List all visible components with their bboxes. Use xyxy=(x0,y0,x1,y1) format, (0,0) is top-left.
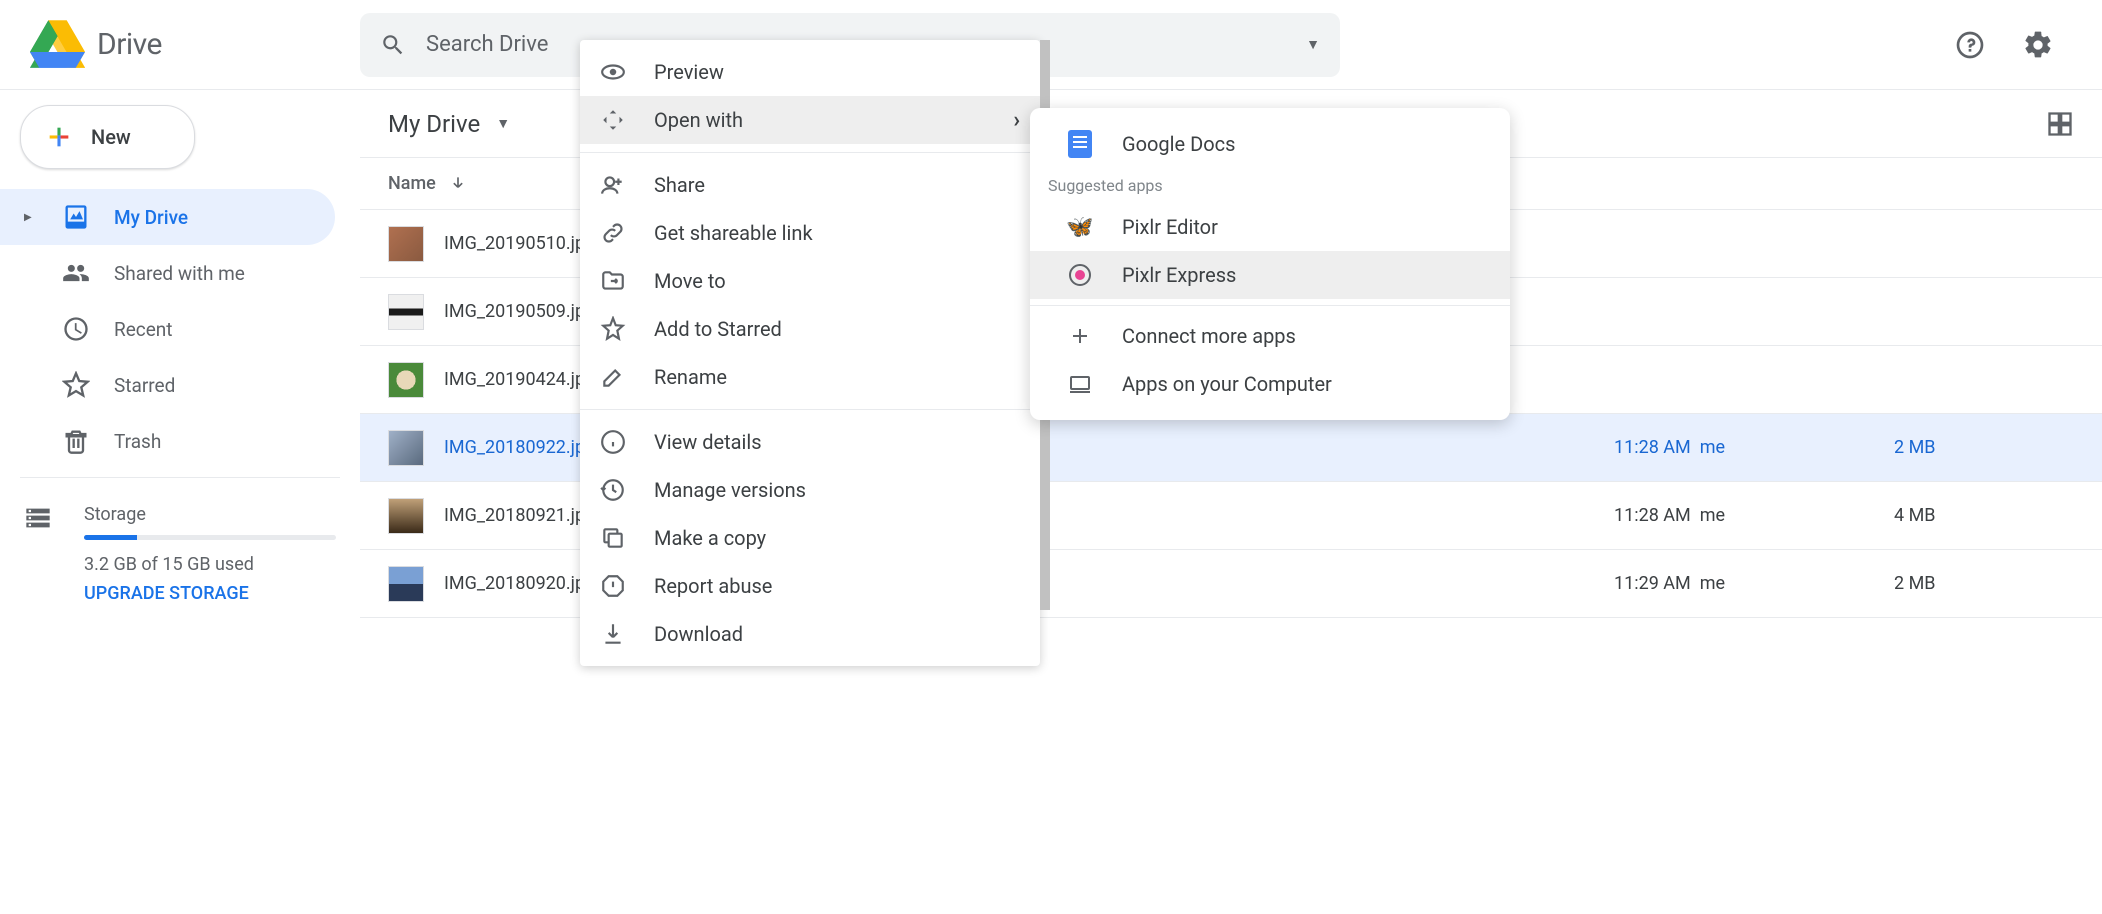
submenu-apps-computer[interactable]: Apps on your Computer xyxy=(1030,360,1510,408)
pixlr-editor-icon: 🦋 xyxy=(1066,213,1094,241)
versions-icon xyxy=(600,477,626,503)
menu-open-with[interactable]: Open with › xyxy=(580,96,1040,144)
help-icon xyxy=(1954,29,1986,61)
app-name: Drive xyxy=(97,27,162,62)
file-modified: 11:28 AM me xyxy=(1614,505,1894,526)
info-icon xyxy=(600,429,626,455)
menu-download[interactable]: Download xyxy=(580,610,1040,658)
sort-arrow-down-icon xyxy=(448,174,468,194)
nav-list: ▶ My Drive Shared with me Recent Starred xyxy=(0,189,360,469)
settings-button[interactable] xyxy=(2014,21,2062,69)
breadcrumb-label: My Drive xyxy=(388,110,480,138)
grid-icon xyxy=(2046,110,2074,138)
sidebar-item-label: Shared with me xyxy=(114,262,245,285)
google-docs-icon xyxy=(1068,130,1092,158)
drive-logo-icon xyxy=(30,20,85,70)
plus-icon xyxy=(1066,322,1094,350)
sidebar-item-shared[interactable]: Shared with me xyxy=(0,245,335,301)
gear-icon xyxy=(2022,29,2054,61)
rename-icon xyxy=(600,364,626,390)
app-header: Drive ▼ xyxy=(0,0,2102,90)
sidebar-item-my-drive[interactable]: ▶ My Drive xyxy=(0,189,335,245)
pixlr-express-icon xyxy=(1066,261,1094,289)
context-menu: Preview Open with › Share Get shareable … xyxy=(580,40,1040,666)
breadcrumb[interactable]: My Drive ▼ xyxy=(388,110,510,138)
chevron-right-icon: › xyxy=(1013,108,1020,133)
divider xyxy=(580,409,1040,410)
menu-manage-versions[interactable]: Manage versions xyxy=(580,466,1040,514)
divider xyxy=(20,477,340,478)
open-with-icon xyxy=(600,107,626,133)
trash-icon xyxy=(62,427,90,455)
submenu-pixlr-express[interactable]: Pixlr Express xyxy=(1030,251,1510,299)
download-icon xyxy=(600,621,626,647)
menu-view-details[interactable]: View details xyxy=(580,418,1040,466)
share-icon xyxy=(600,172,626,198)
search-options-caret-icon[interactable]: ▼ xyxy=(1306,36,1320,53)
sidebar-item-recent[interactable]: Recent xyxy=(0,301,335,357)
submenu-connect-apps[interactable]: Connect more apps xyxy=(1030,312,1510,360)
storage-label: Storage xyxy=(84,504,336,525)
upgrade-storage-link[interactable]: UPGRADE STORAGE xyxy=(84,583,336,604)
report-icon xyxy=(600,573,626,599)
storage-bar xyxy=(84,535,336,540)
file-modified: 11:29 AM me xyxy=(1614,573,1894,594)
storage-section[interactable]: Storage 3.2 GB of 15 GB used UPGRADE STO… xyxy=(0,486,360,622)
sidebar-item-trash[interactable]: Trash xyxy=(0,413,335,469)
copy-icon xyxy=(600,525,626,551)
star-icon xyxy=(62,371,90,399)
link-icon xyxy=(600,220,626,246)
new-button[interactable]: New xyxy=(20,105,195,169)
sidebar-item-starred[interactable]: Starred xyxy=(0,357,335,413)
sidebar: New ▶ My Drive Shared with me Recent xyxy=(0,90,360,914)
file-thumb-icon xyxy=(388,294,424,330)
file-thumb-icon xyxy=(388,226,424,262)
file-size: 2 MB xyxy=(1894,437,2074,458)
move-icon xyxy=(600,268,626,294)
sidebar-item-label: Recent xyxy=(114,318,173,341)
my-drive-icon xyxy=(62,203,90,231)
preview-icon xyxy=(600,59,626,85)
help-button[interactable] xyxy=(1946,21,1994,69)
sidebar-item-label: Starred xyxy=(114,374,175,397)
logo-area[interactable]: Drive xyxy=(20,20,360,70)
shared-icon xyxy=(62,259,90,287)
storage-icon xyxy=(24,504,52,532)
computer-icon xyxy=(1066,370,1094,398)
menu-rename[interactable]: Rename xyxy=(580,353,1040,401)
storage-used-text: 3.2 GB of 15 GB used xyxy=(84,554,336,575)
file-size: 4 MB xyxy=(1894,505,2074,526)
file-thumb-icon xyxy=(388,430,424,466)
file-thumb-icon xyxy=(388,498,424,534)
file-size: 2 MB xyxy=(1894,573,2074,594)
sidebar-item-label: My Drive xyxy=(114,206,188,229)
menu-shareable-link[interactable]: Get shareable link xyxy=(580,209,1040,257)
menu-move-to[interactable]: Move to xyxy=(580,257,1040,305)
new-button-label: New xyxy=(91,125,131,149)
submenu-pixlr-editor[interactable]: 🦋 Pixlr Editor xyxy=(1030,203,1510,251)
dropdown-caret-icon: ▼ xyxy=(496,115,510,132)
recent-icon xyxy=(62,315,90,343)
divider xyxy=(580,152,1040,153)
star-icon xyxy=(600,316,626,342)
menu-report-abuse[interactable]: Report abuse xyxy=(580,562,1040,610)
divider xyxy=(1030,305,1510,306)
file-thumb-icon xyxy=(388,566,424,602)
menu-share[interactable]: Share xyxy=(580,161,1040,209)
search-icon xyxy=(380,32,406,58)
file-modified: 11:28 AM me xyxy=(1614,437,1894,458)
submenu-google-docs[interactable]: Google Docs xyxy=(1030,120,1510,168)
menu-add-starred[interactable]: Add to Starred xyxy=(580,305,1040,353)
file-thumb-icon xyxy=(388,362,424,398)
sidebar-item-label: Trash xyxy=(114,430,161,453)
menu-make-copy[interactable]: Make a copy xyxy=(580,514,1040,562)
plus-icon xyxy=(45,123,73,151)
open-with-submenu: Google Docs Suggested apps 🦋 Pixlr Edito… xyxy=(1030,108,1510,420)
menu-preview[interactable]: Preview xyxy=(580,48,1040,96)
grid-view-button[interactable] xyxy=(2046,110,2074,138)
expand-icon: ▶ xyxy=(24,212,38,223)
submenu-suggested-header: Suggested apps xyxy=(1030,168,1510,203)
